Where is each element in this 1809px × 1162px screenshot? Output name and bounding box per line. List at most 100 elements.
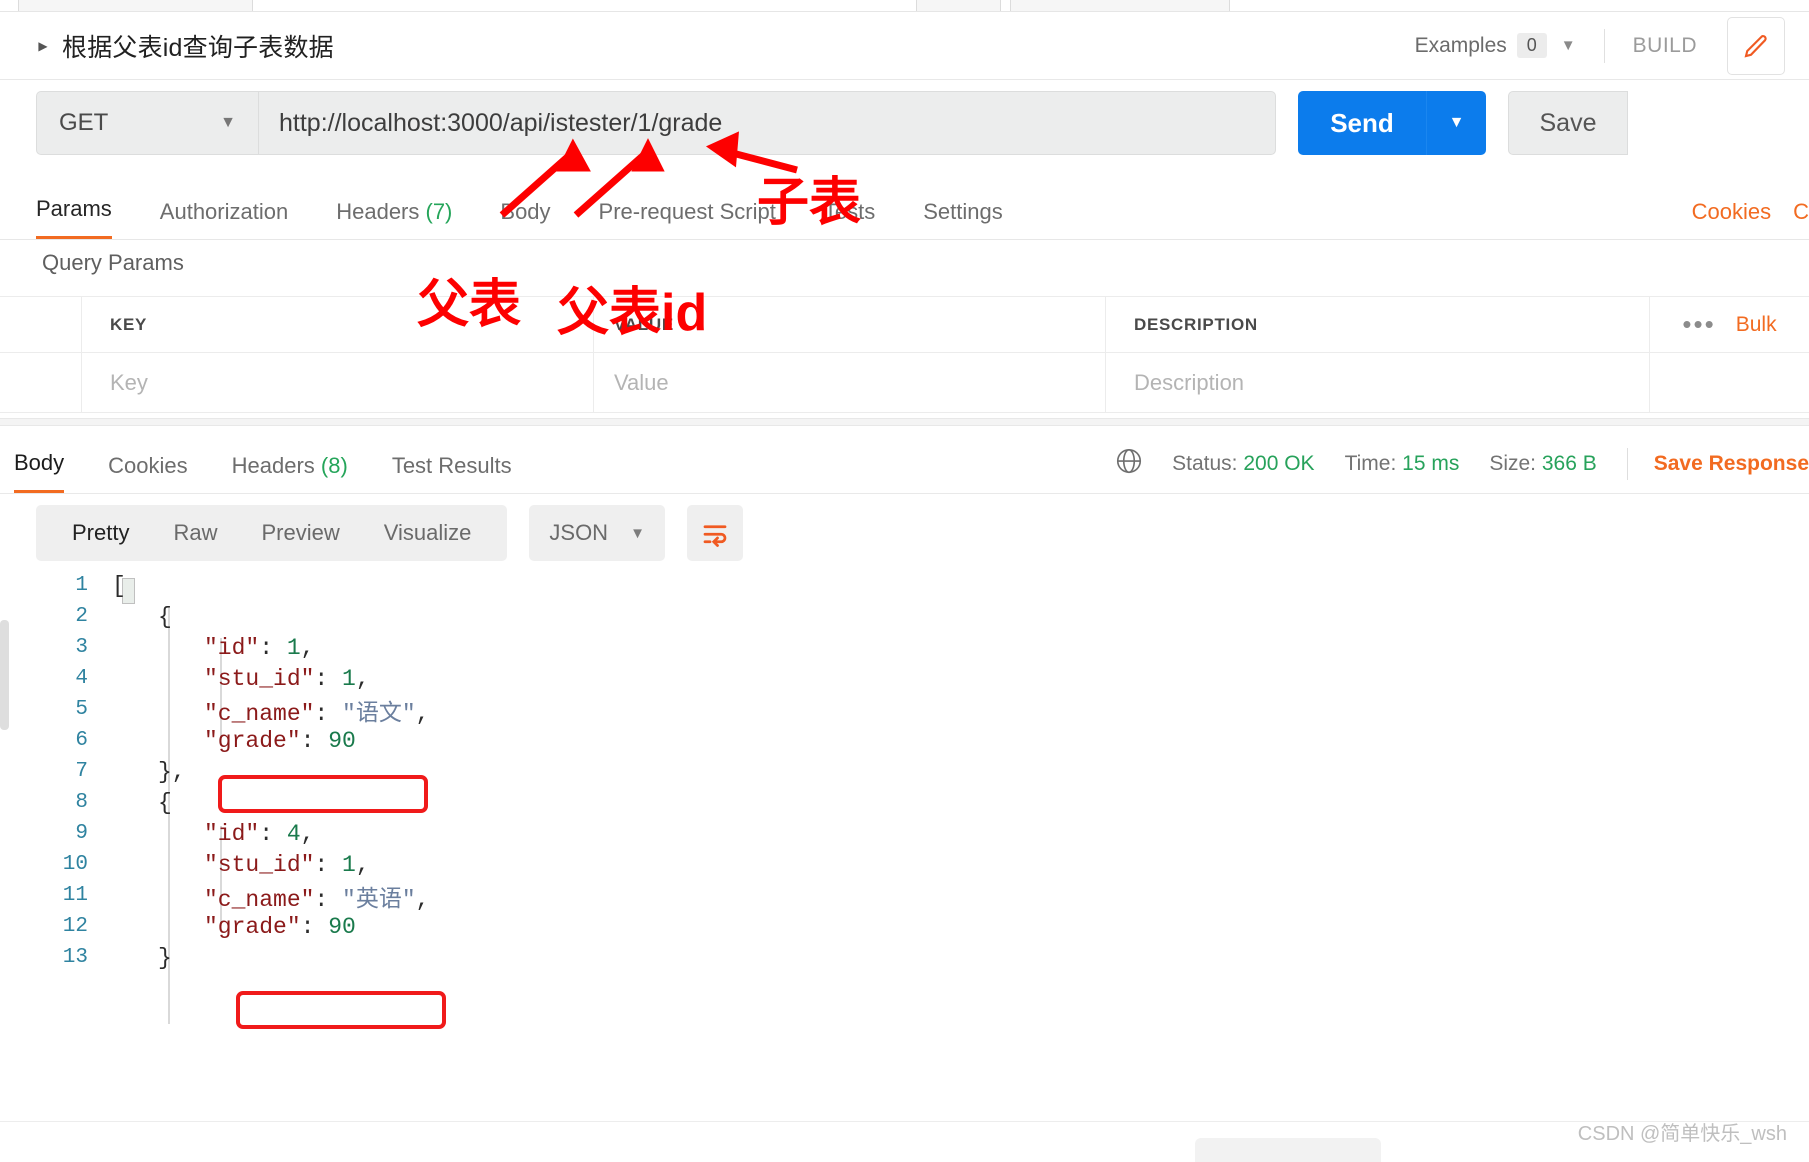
build-button[interactable]: BUILD — [1633, 34, 1697, 58]
code-token: : — [314, 886, 343, 913]
table-header-row: KEY VALUE DESCRIPTION ••• Bulk — [0, 297, 1809, 353]
view-mode-pretty[interactable]: Pretty — [50, 520, 151, 546]
code-token: "id" — [204, 634, 260, 661]
key-input[interactable]: Key — [82, 353, 594, 412]
header-value-label: VALUE — [614, 314, 674, 334]
method-label: GET — [59, 109, 109, 136]
tab-label: Authorization — [159, 199, 289, 224]
response-tab-body[interactable]: Body — [14, 450, 65, 493]
code-line: 5 "c_name": "语文", — [0, 694, 1809, 727]
tab-label: Headers — [231, 453, 315, 478]
code-token: : — [300, 913, 329, 940]
description-input[interactable]: Description — [1106, 353, 1649, 412]
save-response-button[interactable]: Save Response — [1654, 452, 1809, 476]
code-line: 9 "id": 4, — [0, 818, 1809, 849]
view-mode-visualize[interactable]: Visualize — [362, 520, 494, 546]
bottom-status-chip[interactable] — [1195, 1138, 1381, 1162]
format-label: JSON — [549, 520, 609, 545]
tab-headers[interactable]: Headers (7) — [336, 199, 452, 239]
code-token: } — [158, 944, 172, 971]
tab-pre-request-script[interactable]: Pre-request Script — [599, 199, 776, 239]
view-mode-raw[interactable]: Raw — [151, 520, 239, 546]
tab-params[interactable]: Params — [36, 196, 112, 239]
line-number: 5 — [75, 698, 88, 721]
response-tab-test-results[interactable]: Test Results — [392, 453, 512, 493]
cookies-link[interactable]: Cookies — [1692, 199, 1771, 225]
code-line: 13} — [0, 942, 1809, 973]
request-tabs: Params Authorization Headers (7) Body Pr… — [0, 180, 1809, 240]
tab-settings[interactable]: Settings — [923, 199, 1003, 239]
pencil-icon[interactable] — [1727, 16, 1785, 75]
code-token: 90 — [328, 727, 356, 754]
page-title: 根据父表id查询子表数据 — [62, 33, 334, 62]
table-row[interactable]: Key Value Description — [0, 353, 1809, 413]
line-number: 10 — [62, 853, 88, 876]
format-select[interactable]: JSON ▼ — [529, 505, 665, 561]
scrollbar-thumb[interactable] — [0, 620, 9, 730]
save-button[interactable]: Save — [1508, 91, 1628, 155]
watermark: CSDN @简单快乐_wsh — [1577, 1123, 1787, 1145]
code-link-cut[interactable]: C — [1793, 199, 1809, 225]
ellipsis-icon[interactable]: ••• — [1682, 311, 1715, 336]
query-params-table: KEY VALUE DESCRIPTION ••• Bulk Key Value… — [0, 296, 1809, 413]
response-tab-headers[interactable]: Headers (8) — [232, 453, 348, 493]
postman-window: ▶ 根据父表id查询子表数据 Examples 0 ▼ BUILD GET ▼ … — [0, 0, 1809, 1162]
time-label: Time: — [1344, 451, 1397, 475]
method-select[interactable]: GET ▼ — [36, 91, 258, 155]
code-token: : — [314, 700, 343, 727]
code-token: 1 — [286, 634, 301, 661]
line-number: 2 — [75, 605, 88, 628]
response-splitter[interactable] — [0, 418, 1809, 426]
code-token: { — [158, 603, 172, 630]
view-mode-preview[interactable]: Preview — [239, 520, 361, 546]
row-checkbox-cell[interactable] — [0, 353, 82, 412]
tab-count: (8) — [320, 453, 348, 478]
send-button[interactable]: Send — [1298, 91, 1426, 155]
tab-label: Body — [14, 450, 65, 475]
chevron-down-icon[interactable]: ▼ — [1561, 37, 1576, 54]
tab-label: Headers — [336, 199, 420, 224]
code-line: 8{ — [0, 787, 1809, 818]
tab-label: Settings — [923, 199, 1003, 224]
code-token: }, — [158, 758, 186, 785]
line-number: 1 — [75, 574, 88, 597]
code-token: 4 — [286, 820, 301, 847]
response-tabs: Body Cookies Headers (8) Test Results St… — [0, 432, 1809, 494]
response-body-code[interactable]: 1[2{3 "id": 1, 4 "stu_id": 1, 5 "c_name": "语文… — [0, 570, 1809, 1130]
code-text: "id": 4, — [112, 821, 314, 847]
bulk-edit-button[interactable]: Bulk — [1736, 313, 1777, 337]
code-token: "c_name" — [204, 700, 315, 727]
line-number: 4 — [75, 667, 88, 690]
code-line: 4 "stu_id": 1, — [0, 663, 1809, 694]
tab-tests[interactable]: Tests — [824, 199, 875, 239]
examples-label: Examples — [1414, 33, 1507, 57]
line-number: 7 — [75, 760, 88, 783]
header-description-cell: DESCRIPTION — [1106, 297, 1649, 352]
request-header-actions: Examples 0 ▼ BUILD — [1414, 16, 1809, 75]
code-line: 10 "stu_id": 1, — [0, 849, 1809, 880]
code-line: 6 "grade": 90 — [0, 725, 1809, 756]
query-params-title: Query Params — [42, 250, 184, 275]
code-text: "id": 1, — [112, 635, 314, 661]
divider — [1626, 447, 1628, 480]
url-input[interactable]: http://localhost:3000/api/istester/1/gra… — [258, 91, 1276, 155]
triangle-right-icon[interactable]: ▶ — [36, 38, 50, 54]
status-value: 200 OK — [1243, 451, 1315, 475]
code-text: { — [112, 790, 172, 816]
send-options-chevron-down-icon[interactable]: ▼ — [1426, 91, 1486, 155]
tab-authorization[interactable]: Authorization — [160, 199, 288, 239]
code-text: "stu_id": 1, — [112, 666, 370, 692]
code-text: { — [112, 604, 172, 630]
header-key-cell: KEY — [82, 297, 594, 352]
send-button-group: Send ▼ — [1298, 91, 1486, 155]
tab-body[interactable]: Body — [500, 199, 550, 239]
code-token: "stu_id" — [204, 851, 315, 878]
divider — [0, 1121, 1809, 1122]
code-token: 1 — [342, 665, 356, 692]
word-wrap-icon[interactable] — [686, 505, 743, 561]
code-token: "英语" — [342, 886, 416, 913]
value-input[interactable]: Value — [594, 353, 1106, 412]
tab-strip-remnant — [0, 0, 1809, 12]
response-tab-cookies[interactable]: Cookies — [108, 453, 187, 493]
examples-count-badge: 0 — [1516, 32, 1547, 59]
